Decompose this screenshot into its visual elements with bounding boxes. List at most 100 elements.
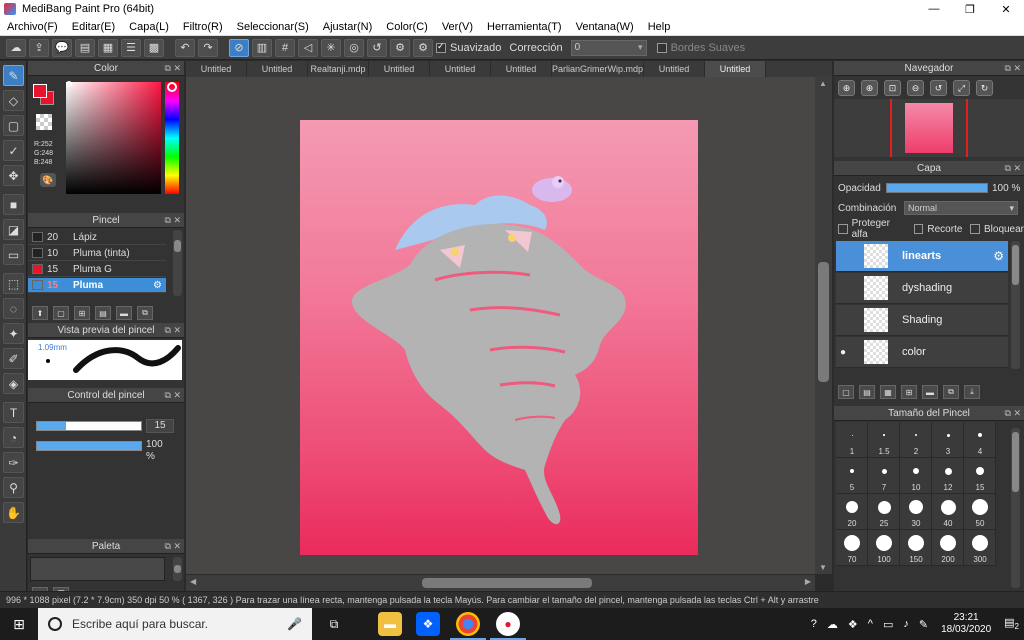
shape-tool-icon[interactable]: ◔ [3,427,24,448]
brush-settings-gear-icon[interactable]: ⚙ [153,280,162,291]
brush-size-option[interactable]: 7 [868,458,900,494]
menu-ajustar[interactable]: Ajustar(N) [316,21,380,33]
palette-icon[interactable]: 🎨 [40,173,56,187]
brush-size-option[interactable]: 5 [836,458,868,494]
brush-tool-icon[interactable]: ✎ [3,65,24,86]
lasso-tool-icon[interactable]: ◌ [3,298,24,319]
panel-float-icon[interactable]: ⧉ ✕ [165,323,181,338]
text-tool-icon[interactable]: T [3,402,24,423]
dropbox-icon[interactable]: ❖ [416,612,440,636]
palette-swatches[interactable] [30,557,165,581]
brush-size-option[interactable]: 15 [964,458,996,494]
fill-rect-tool-icon[interactable]: ■ [3,194,24,215]
eraser-tool-icon[interactable]: ◇ [3,90,24,111]
layer-settings-gear-icon[interactable]: ⚙ [993,249,1004,263]
bucket-tool-icon[interactable]: ◪ [3,219,24,240]
layer-row-linearts[interactable]: linearts ⚙ [836,241,1008,272]
brush-size-option[interactable]: 70 [836,530,868,566]
help-icon[interactable]: ? [811,618,817,630]
add-layer-menu-icon[interactable]: ⊞ [901,385,917,399]
brush-item[interactable]: 20 Lápiz [28,230,166,245]
panel-float-icon[interactable]: ⧉ ✕ [165,539,181,554]
blend-tool-icon[interactable]: ✑ [3,452,24,473]
menu-editar[interactable]: Editar(E) [65,21,122,33]
menu-archivo[interactable]: Archivo(F) [0,21,65,33]
chat-icon[interactable]: ▤ [75,38,95,57]
brush-size-option[interactable]: 30 [900,494,932,530]
brush-size-option[interactable]: 25 [868,494,900,530]
vertical-scroll-thumb[interactable] [818,262,829,382]
lock-checkbox[interactable] [970,224,980,234]
brush-new-icon[interactable]: ▢ [53,306,69,320]
canvas-horizontal-scrollbar[interactable]: ◀ ▶ [186,575,815,591]
zoom-out-icon[interactable]: ⊖ [907,80,924,96]
drawing-canvas[interactable] [300,120,698,555]
layer-visibility-eye-icon[interactable]: ● [836,347,850,358]
scroll-right-icon[interactable]: ▶ [805,577,811,586]
clip-checkbox[interactable] [913,224,924,234]
share-icon[interactable]: ⇪ [29,38,49,57]
new-8bit-layer-icon[interactable]: ▦ [880,385,896,399]
select-rect-tool-icon[interactable]: ⬚ [3,273,24,294]
zoom-in-icon[interactable]: ⊕ [838,80,855,96]
select-pen-tool-icon[interactable]: ✐ [3,348,24,369]
brush-list-scrollbar[interactable] [173,230,182,296]
tab-document-active[interactable]: Untitled [705,61,766,77]
brush-size-option[interactable]: 300 [964,530,996,566]
snap-circle-icon[interactable]: ◎ [344,38,364,57]
navigator-view[interactable] [834,99,1024,157]
fit-screen-icon[interactable]: ⊡ [884,80,901,96]
dropbox-tray-icon[interactable]: ❖ [848,618,858,631]
layer-row-color[interactable]: ● color [836,337,1008,368]
merge-layer-icon[interactable]: ⤓ [964,385,980,399]
transparent-color-swatch[interactable] [36,114,52,130]
document-icon[interactable]: ▦ [98,38,118,57]
new-layer-icon[interactable]: ▢ [838,385,854,399]
rotate-left-icon[interactable]: ↺ [930,80,947,96]
brush-copy-icon[interactable]: ▤ [95,306,111,320]
comment-icon[interactable]: 💬 [52,38,72,57]
horizontal-scroll-thumb[interactable] [422,578,592,588]
brush-size-option[interactable]: 20 [836,494,868,530]
notifications-icon[interactable]: ▤2 [1004,616,1019,631]
move-tool-icon[interactable]: ✥ [3,165,24,186]
pen-icon[interactable]: ✎ [919,618,928,631]
foreground-color-swatch[interactable] [33,84,47,98]
canvas-area[interactable] [186,77,815,574]
menu-help[interactable]: Help [641,21,678,33]
maximize-button[interactable]: ❐ [952,0,988,18]
brush-item[interactable]: 15 Pluma G [28,262,166,277]
snap-curve-icon[interactable]: ↺ [367,38,387,57]
scroll-left-icon[interactable]: ◀ [190,577,196,586]
tab-document[interactable]: Untitled [186,61,247,77]
canvas-vertical-scrollbar[interactable]: ▲ ▼ [815,77,832,574]
clock[interactable]: 23:21 18/03/2020 [941,612,991,636]
windows-start-icon[interactable]: ⊞ [0,608,38,640]
brush-size-option[interactable]: 4 [964,422,996,458]
brush-size-option[interactable]: 100 [868,530,900,566]
menu-herramienta[interactable]: Herramienta(T) [480,21,569,33]
scroll-up-icon[interactable]: ▲ [819,79,827,88]
brush-size-scrollbar[interactable] [1011,428,1020,588]
undo-button[interactable]: ↶ [175,38,195,57]
brush-size-option[interactable]: 1.5 [868,422,900,458]
brush-size-value[interactable]: 15 [146,419,174,433]
palette-scrollbar[interactable] [173,557,182,581]
close-button[interactable]: ✕ [988,0,1024,18]
tab-document[interactable]: ParlianGrimerWip.mdp [552,61,644,77]
menu-filtro[interactable]: Filtro(R) [176,21,230,33]
cloud-icon[interactable]: ☁ [6,38,26,57]
tab-document[interactable]: Realtanji.mdp [308,61,369,77]
suavizado-checkbox[interactable] [436,41,446,53]
panel-float-icon[interactable]: ⧉ ✕ [1005,406,1021,421]
brush-duplicate-icon[interactable]: ⧉ [137,306,153,320]
layer-folder-icon[interactable]: ▬ [922,385,938,399]
taskbar-search-input[interactable]: Escribe aquí para buscar. 🎤 [38,608,312,640]
grid-icon[interactable]: ▩ [144,38,164,57]
hue-slider-marker[interactable] [167,82,177,92]
minimize-button[interactable]: — [916,0,952,18]
layer-opacity-slider[interactable] [886,183,988,193]
brush-item-selected[interactable]: 15 Pluma ⚙ [28,278,166,293]
gradient-tool-icon[interactable]: ▭ [3,244,24,265]
hue-slider[interactable] [165,82,179,194]
